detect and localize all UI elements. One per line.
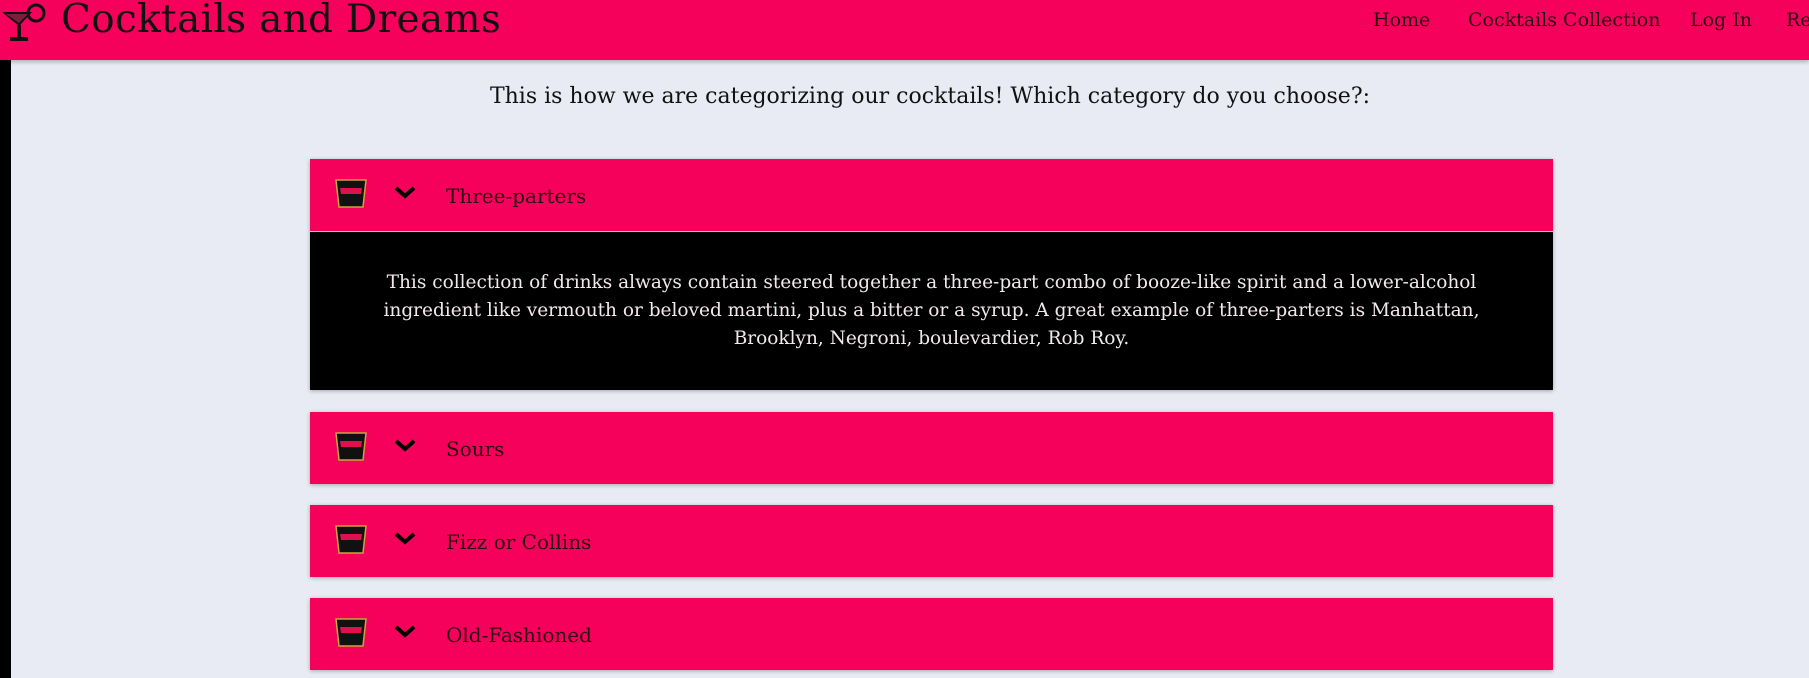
category-description: This collection of drinks always contain… (310, 231, 1553, 390)
rocks-glass-icon (335, 179, 367, 208)
category-header-old-fashioned[interactable]: Old-Fashioned (310, 598, 1553, 670)
brand-title[interactable]: Cocktails and Dreams (61, 0, 501, 42)
chevron-down-icon (394, 625, 416, 638)
category-header-three-parters[interactable]: Three-parters (310, 159, 1553, 231)
left-edge-bar (0, 60, 11, 678)
nav-register-link[interactable]: Re (1786, 9, 1809, 31)
category-label: Fizz or Collins (446, 530, 592, 554)
nav-home-link[interactable]: Home (1373, 9, 1430, 31)
category-label: Sours (446, 437, 505, 461)
rocks-glass-icon (335, 432, 367, 461)
category-header-fizz-or-collins[interactable]: Fizz or Collins (310, 505, 1553, 577)
top-navbar: Cocktails and Dreams Home Cocktails Coll… (0, 0, 1809, 60)
category-intro-text: This is how we are categorizing our cock… (489, 84, 1371, 109)
category-panel-sours: Sours (310, 412, 1553, 484)
cocktail-glass-icon[interactable] (0, 0, 48, 44)
chevron-down-icon (394, 439, 416, 452)
category-header-sours[interactable]: Sours (310, 412, 1553, 484)
chevron-down-icon (394, 186, 416, 199)
category-panel-three-parters: Three-parters This collection of drinks … (310, 159, 1553, 390)
category-label: Old-Fashioned (446, 623, 592, 647)
nav-login-link[interactable]: Log In (1690, 9, 1752, 31)
chevron-down-icon (394, 532, 416, 545)
category-panel-fizz-or-collins: Fizz or Collins (310, 505, 1553, 577)
category-panel-old-fashioned: Old-Fashioned (310, 598, 1553, 670)
category-label: Three-parters (446, 184, 587, 208)
nav-cocktails-collection-link[interactable]: Cocktails Collection (1468, 9, 1660, 31)
rocks-glass-icon (335, 618, 367, 647)
rocks-glass-icon (335, 525, 367, 554)
